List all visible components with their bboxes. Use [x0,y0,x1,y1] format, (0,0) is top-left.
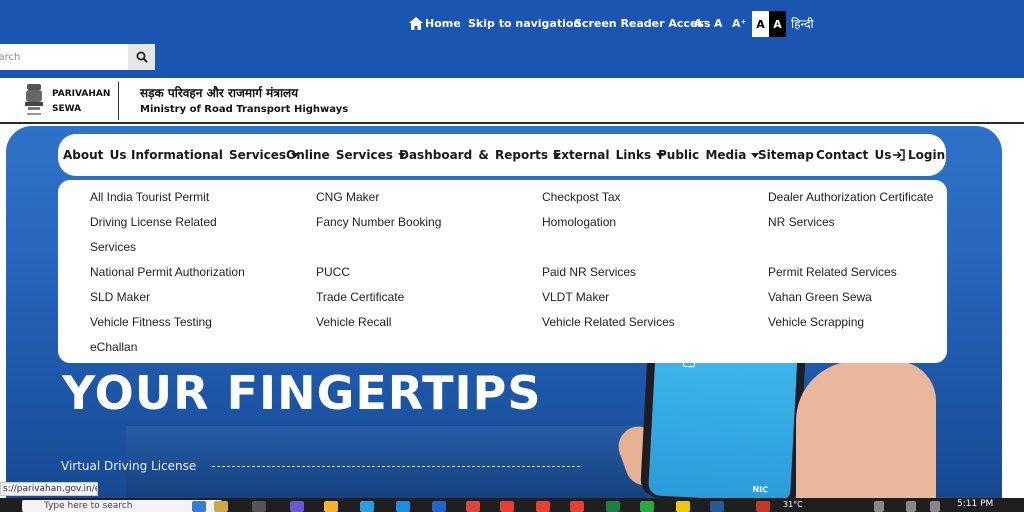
nav-contact-us[interactable]: Contact Us [816,148,891,162]
top-utility-bar: Home Skip to navigation Screen Reader Ac… [0,0,1024,78]
volume-icon[interactable] [930,501,940,512]
menu-item-permit-related-services[interactable]: Permit Related Services [768,265,897,279]
phone-brand-label: NIC [752,484,769,495]
word-icon[interactable] [710,501,724,512]
ministry-name-hindi: सड़क परिवहन और राजमार्ग मंत्रालय [140,86,299,100]
file-explorer-icon[interactable] [324,501,338,512]
home-link[interactable]: Home [425,17,461,30]
chrome-browser-icon[interactable] [536,501,550,512]
menu-item-vldt-maker[interactable]: VLDT Maker [542,290,609,304]
font-decrease-button[interactable]: A⁻ [694,17,708,30]
taskbar-app-icon[interactable] [290,501,304,512]
search-icon [136,51,148,63]
menu-item-vehicle-related-services[interactable]: Vehicle Related Services [542,315,675,329]
taskbar-app-icon[interactable] [432,501,446,512]
home-icon[interactable] [409,17,423,30]
language-hindi-link[interactable]: हिन्दी [791,15,814,32]
nav-label: Sitemap [758,148,814,162]
taskbar-notification-icon[interactable] [756,501,770,512]
clock-time[interactable]: 5:11 PM [957,499,993,509]
hand-image [796,361,936,498]
menu-item-vahan-green-sewa[interactable]: Vahan Green Sewa [768,290,872,304]
main-navigation: About Us Informational Services Online S… [58,134,946,176]
nav-label: Online Services [286,148,393,162]
contrast-light-button[interactable]: A [752,11,769,37]
menu-item-all-india-tourist-permit[interactable]: All India Tourist Permit [90,190,209,204]
skip-to-navigation-link[interactable]: Skip to navigation [468,17,581,30]
hero-headline: YOUR FINGERTIPS [62,366,542,420]
menu-item-dealer-authorization-certificate[interactable]: Dealer Authorization Certificate [768,190,933,204]
taskbar-app-icon[interactable] [214,501,228,512]
national-emblem-icon [25,84,43,115]
taskbar-app-icon[interactable] [360,501,374,512]
nav-label: About Us [63,148,127,162]
phone-screen: NIC [648,345,798,498]
contrast-dark-button[interactable]: A [769,11,786,37]
menu-item-driving-license-related-services[interactable]: Services [90,240,136,254]
hero-subline: Virtual Driving License [61,459,197,473]
menu-item-vehicle-recall[interactable]: Vehicle Recall [316,315,391,329]
nav-label: Contact Us [816,148,892,162]
menu-item-vehicle-fitness-testing[interactable]: Vehicle Fitness Testing [90,315,212,329]
font-increase-button[interactable]: A⁺ [732,17,746,30]
menu-item-homologation[interactable]: Homologation [542,215,616,229]
ministry-name-english: Ministry of Road Transport Highways [140,104,349,115]
nav-label: Login [908,148,946,162]
taskbar-app-icon[interactable] [466,501,480,512]
hero-dashed-divider [212,466,580,467]
menu-item-fancy-number-booking[interactable]: Fancy Number Booking [316,215,441,229]
nav-online-services[interactable]: Online Services [286,148,406,162]
menu-item-cng-maker[interactable]: CNG Maker [316,190,379,204]
menu-item-sld-maker[interactable]: SLD Maker [90,290,150,304]
menu-item-pucc[interactable]: PUCC [316,265,350,279]
system-tray-icon[interactable] [874,501,884,512]
search-button[interactable] [128,44,155,70]
nav-dashboard-reports[interactable]: Dashboard & Reports [399,148,562,162]
menu-item-paid-nr-services[interactable]: Paid NR Services [542,265,636,279]
menu-item-checkpost-tax[interactable]: Checkpost Tax [542,190,621,204]
chrome-browser-icon[interactable] [500,501,514,512]
nav-label: External Links [553,148,652,162]
menu-item-driving-license-related-services[interactable]: Driving License Related [90,215,217,229]
nav-label: Dashboard & Reports [399,148,549,162]
nav-informational-services[interactable]: Informational Services [131,148,300,162]
site-header: PARIVAHAN SEWA सड़क परिवहन और राजमार्ग म… [0,78,1024,124]
task-view-icon[interactable] [252,501,266,512]
brand-name-line2[interactable]: SEWA [52,104,81,114]
nav-sitemap[interactable]: Sitemap [758,148,814,162]
search-input[interactable] [0,44,128,70]
chrome-browser-icon[interactable] [570,501,584,512]
nav-about-us[interactable]: About Us [63,148,126,162]
login-icon [893,149,905,161]
nav-public-media[interactable]: Public Media [658,148,760,162]
online-services-dropdown: All India Tourist Permit Driving License… [58,180,947,363]
browser-status-url: s://parivahan.gov.in/en [0,482,98,496]
nav-label: Public Media [658,148,747,162]
network-icon[interactable] [906,501,916,512]
menu-item-vehicle-scrapping[interactable]: Vehicle Scrapping [768,315,864,329]
brand-name-line1[interactable]: PARIVAHAN [52,89,110,99]
nav-external-links[interactable]: External Links [553,148,665,162]
menu-item-echallan[interactable]: eChallan [90,340,137,354]
menu-item-nr-services[interactable]: NR Services [768,215,835,229]
os-taskbar: Type here to search 31°C 5:11 PM [0,498,1024,512]
screen-reader-access-link[interactable]: Screen Reader Access [574,17,711,30]
whatsapp-icon[interactable] [640,501,654,512]
search-box [0,44,155,70]
edge-browser-icon[interactable] [396,501,410,512]
menu-item-trade-certificate[interactable]: Trade Certificate [316,290,404,304]
utility-links: Home Skip to navigation Screen Reader Ac… [0,11,1024,37]
road-background [126,426,646,498]
excel-icon[interactable] [606,501,620,512]
nav-login[interactable]: Login [892,148,945,162]
taskbar-app-icon[interactable] [192,501,206,512]
nav-label: Informational Services [131,148,287,162]
menu-item-national-permit-authorization[interactable]: National Permit Authorization [90,265,245,279]
weather-temperature[interactable]: 31°C [783,500,803,509]
font-normal-button[interactable]: A [714,17,723,30]
taskbar-app-icon[interactable] [676,501,690,512]
header-divider [118,82,119,120]
